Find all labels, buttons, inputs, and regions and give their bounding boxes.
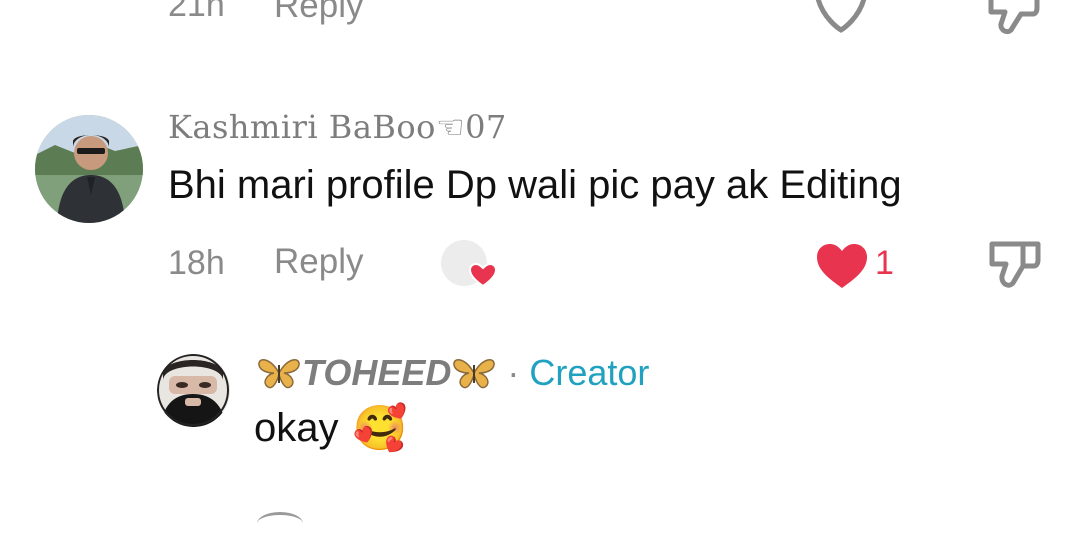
separator-dot: ·	[507, 352, 520, 393]
creator-badge: Creator	[529, 352, 650, 393]
top-comment-time: 21h	[168, 0, 225, 24]
top-reply-button[interactable]: Reply	[274, 0, 363, 26]
smiling-hearts-emoji: 🥰	[352, 404, 408, 453]
comment-author[interactable]: Kashmiri BaBoo☜07	[168, 108, 507, 146]
comment-time: 18h	[168, 244, 225, 282]
liked-heart-icon[interactable]	[815, 242, 869, 290]
reply-text: okay	[254, 405, 339, 450]
avatar[interactable]	[35, 115, 143, 223]
comment-text: Bhi mari profile Dp wali pic pay ak Edit…	[168, 163, 902, 207]
heart-icon[interactable]	[813, 0, 869, 34]
reply-button[interactable]: Reply	[274, 242, 363, 282]
reply-author[interactable]: TOHEED	[302, 352, 451, 394]
butterfly-icon	[256, 355, 302, 391]
butterfly-icon	[451, 355, 497, 391]
like-count: 1	[875, 244, 894, 282]
avatar[interactable]	[157, 354, 230, 427]
thumbs-down-icon[interactable]	[986, 240, 1042, 292]
creator-liked-icon	[440, 238, 502, 292]
thumbs-down-icon[interactable]	[985, 0, 1041, 38]
reply-author-row: TOHEED · Creator	[256, 352, 649, 394]
reply-text-row: okay 🥰	[254, 402, 407, 454]
next-avatar-edge	[257, 512, 303, 535]
